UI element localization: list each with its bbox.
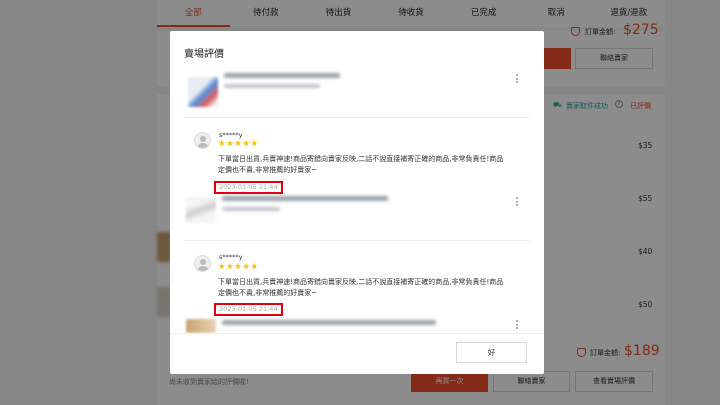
- review-date: 2023-01-05 21:44: [214, 303, 283, 316]
- reviewer-name: s*****y: [219, 253, 243, 261]
- seller-rating-dialog: 賣場評價 s*****y ★★★★★ 下單當日出貨,兵賣神速!商品寄錯向賣家反映…: [170, 31, 544, 374]
- review-text: 下單當日出貨,兵賣神速!商品寄錯向賣家反映,二話不說直接補寄正確的商品,非常負責…: [218, 155, 504, 174]
- reviewer-name: s*****y: [219, 131, 243, 139]
- product-name: [222, 196, 388, 201]
- dialog-title: 賣場評價: [184, 49, 224, 60]
- product-image: [186, 197, 216, 223]
- review-date: 2023-01-05 21:44: [214, 181, 283, 194]
- product-image: [188, 77, 218, 107]
- rating-stars: ★★★★★: [218, 139, 259, 149]
- ok-button[interactable]: 好: [456, 342, 527, 363]
- product-image: [186, 319, 216, 333]
- product-name: [224, 73, 340, 78]
- review-text: 下單當日出貨,兵賣神速!商品寄錯向賣家反映,二話不說直接補寄正確的商品,非常負責…: [218, 278, 504, 297]
- product-variant: [222, 207, 280, 211]
- kebab-menu-icon[interactable]: [516, 320, 519, 331]
- product-name: [222, 320, 436, 325]
- product-variant: [224, 84, 320, 88]
- divider: [184, 240, 530, 241]
- dialog-footer-divider: [170, 333, 544, 334]
- kebab-menu-icon[interactable]: [516, 74, 519, 85]
- user-avatar-icon: [194, 255, 211, 272]
- divider: [184, 117, 530, 118]
- kebab-menu-icon[interactable]: [516, 197, 519, 208]
- user-avatar-icon: [194, 132, 211, 149]
- rating-stars: ★★★★★: [218, 262, 259, 272]
